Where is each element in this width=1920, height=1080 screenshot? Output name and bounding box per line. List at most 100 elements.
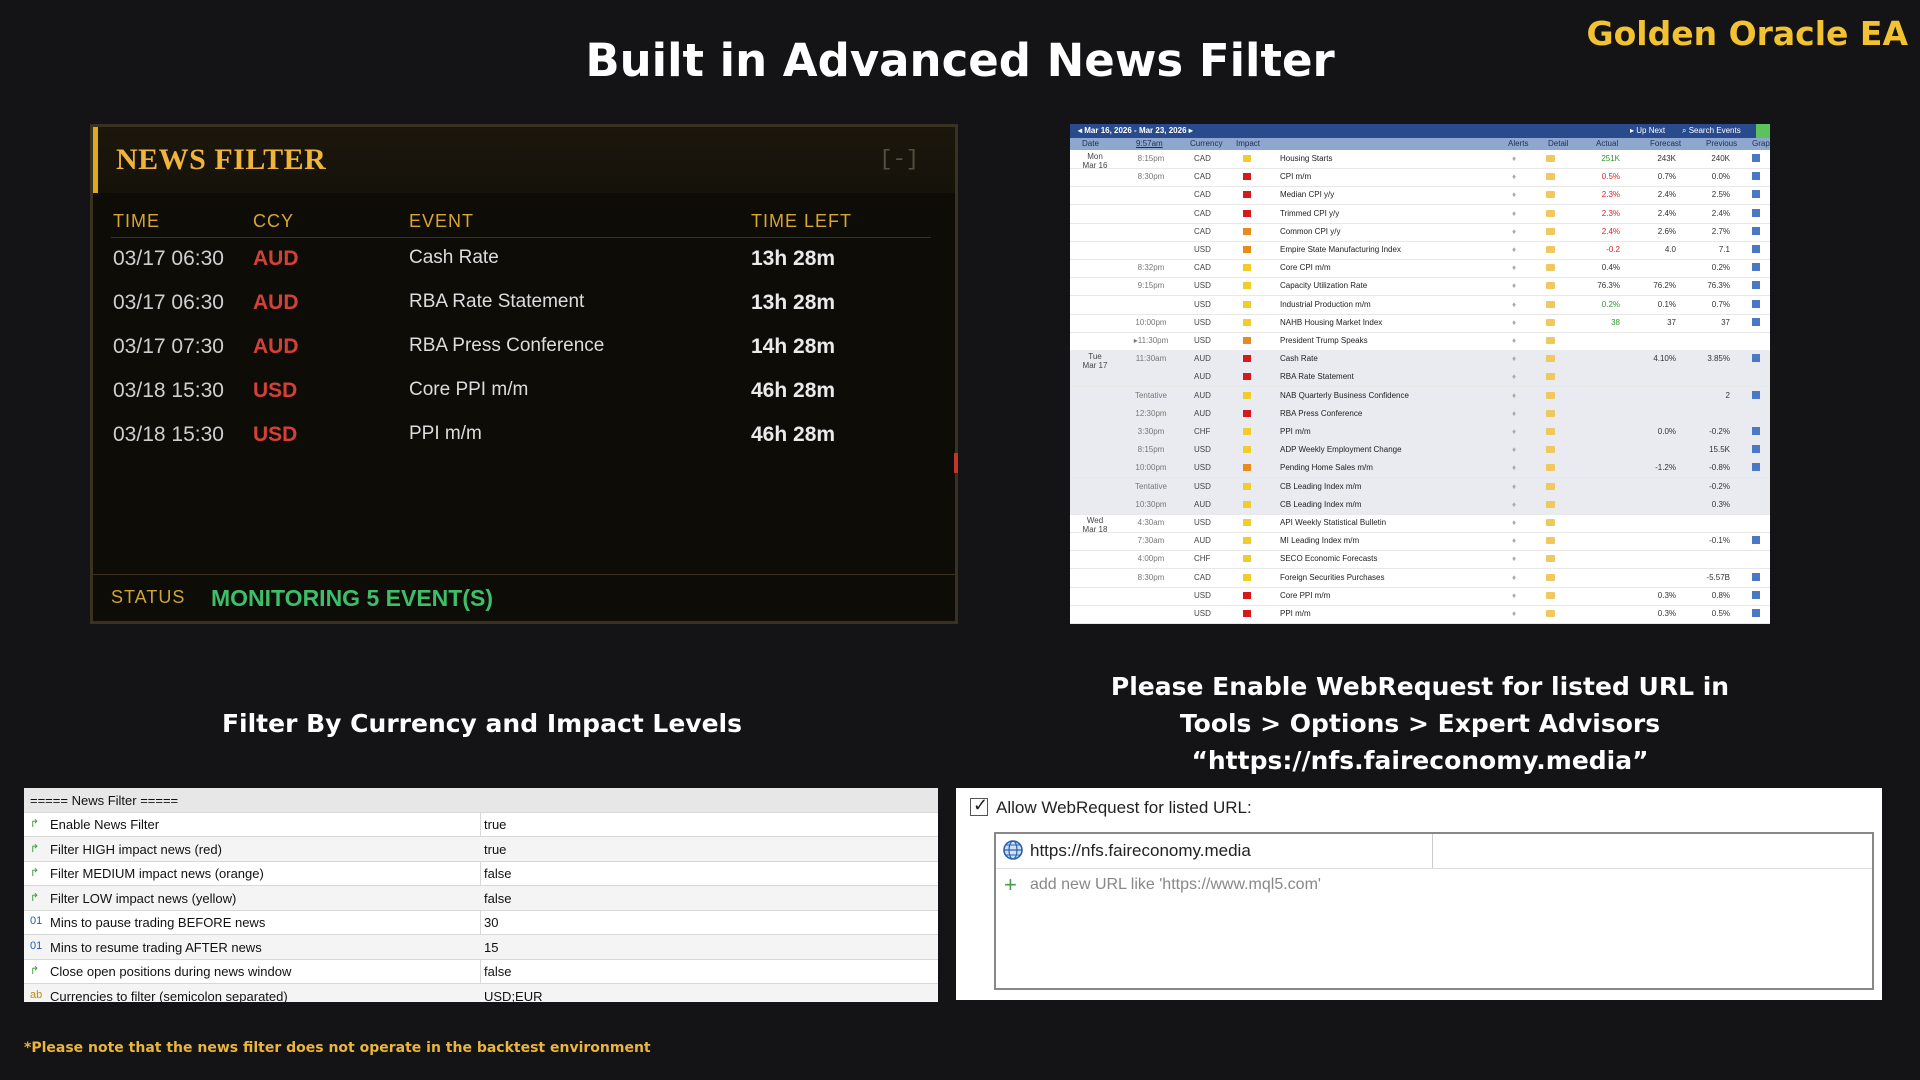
detail-icon[interactable] — [1546, 264, 1555, 272]
calendar-row[interactable]: CAD Median CPI y/y ♦ 2.3% 2.4% 2.5% — [1070, 186, 1770, 206]
input-row[interactable]: ↱ Filter HIGH impact news (red) true — [24, 836, 938, 862]
detail-icon[interactable] — [1546, 610, 1555, 617]
allow-webrequest-checkbox[interactable]: ✓ — [970, 795, 988, 816]
detail-icon[interactable] — [1546, 191, 1555, 199]
detail-icon[interactable] — [1546, 519, 1555, 526]
alert-icon[interactable]: ♦ — [1512, 354, 1516, 363]
event-name[interactable]: Housing Starts — [1280, 154, 1332, 163]
up-next-button[interactable]: ▸ Up Next — [1630, 126, 1665, 135]
url-list-item[interactable]: https://nfs.faireconomy.media — [996, 834, 1872, 869]
detail-icon[interactable] — [1546, 428, 1555, 435]
event-name[interactable]: CB Leading Index m/m — [1280, 500, 1361, 509]
alert-icon[interactable]: ♦ — [1512, 427, 1516, 436]
alert-icon[interactable]: ♦ — [1512, 154, 1516, 163]
detail-icon[interactable] — [1546, 318, 1555, 326]
event-name[interactable]: PPI m/m — [1280, 609, 1311, 618]
calendar-row[interactable]: 8:15pm CAD Housing Starts ♦ 251K 243K 240K — [1070, 150, 1770, 169]
calendar-row[interactable]: 8:30pm CAD CPI m/m ♦ 0.5% 0.7% 0.0% — [1070, 168, 1770, 188]
detail-icon[interactable] — [1546, 537, 1555, 545]
input-value[interactable]: false — [484, 964, 511, 979]
detail-icon[interactable] — [1546, 391, 1555, 399]
calendar-row[interactable]: 8:32pm CAD Core CPI m/m ♦ 0.4% 0.2% — [1070, 259, 1770, 279]
detail-icon[interactable] — [1546, 482, 1555, 490]
graph-icon[interactable] — [1752, 609, 1760, 617]
alert-icon[interactable]: ♦ — [1512, 172, 1516, 181]
news-row[interactable]: 03/17 06:30 AUD Cash Rate 13h 28m — [111, 245, 931, 285]
calendar-row[interactable]: 11:30am AUD Cash Rate ♦ 4.10% 3.85% — [1070, 350, 1770, 370]
detail-icon[interactable] — [1546, 555, 1555, 563]
alert-icon[interactable]: ♦ — [1512, 573, 1516, 582]
event-name[interactable]: CB Leading Index m/m — [1280, 482, 1361, 491]
detail-icon[interactable] — [1546, 446, 1555, 454]
event-name[interactable]: Core CPI m/m — [1280, 263, 1331, 272]
graph-icon[interactable] — [1752, 354, 1760, 363]
alert-icon[interactable]: ♦ — [1512, 318, 1516, 327]
graph-icon[interactable] — [1752, 154, 1760, 162]
detail-icon[interactable] — [1546, 409, 1555, 417]
detail-icon[interactable] — [1546, 173, 1555, 181]
graph-icon[interactable] — [1752, 281, 1760, 290]
alert-icon[interactable]: ♦ — [1512, 463, 1516, 472]
event-name[interactable]: NAB Quarterly Business Confidence — [1280, 391, 1409, 400]
graph-icon[interactable] — [1752, 427, 1760, 435]
detail-icon[interactable] — [1546, 155, 1555, 162]
input-value[interactable]: 15 — [484, 940, 498, 955]
graph-icon[interactable] — [1752, 590, 1760, 599]
scrollbar-marker[interactable] — [954, 453, 958, 473]
input-row[interactable]: ↱ Filter LOW impact news (yellow) false — [24, 885, 938, 911]
alert-icon[interactable]: ♦ — [1512, 554, 1516, 563]
alert-icon[interactable]: ♦ — [1512, 281, 1516, 290]
alert-icon[interactable]: ♦ — [1512, 518, 1516, 527]
calendar-row[interactable]: 12:30pm AUD RBA Press Conference ♦ — [1070, 404, 1770, 424]
event-name[interactable]: API Weekly Statistical Bulletin — [1280, 518, 1386, 527]
event-name[interactable]: Median CPI y/y — [1280, 190, 1334, 199]
input-row[interactable]: ↱ Close open positions during news window… — [24, 959, 938, 984]
calendar-row[interactable]: CAD Trimmed CPI y/y ♦ 2.3% 2.4% 2.4% — [1070, 205, 1770, 224]
calendar-row[interactable]: AUD RBA Rate Statement ♦ — [1070, 368, 1770, 388]
calendar-row[interactable]: 8:30pm CAD Foreign Securities Purchases ♦ -5… — [1070, 569, 1770, 588]
graph-icon[interactable] — [1752, 226, 1760, 235]
calendar-row[interactable]: 7:30am AUD MI Leading Index m/m ♦ -0.1% — [1070, 532, 1770, 552]
input-value[interactable]: false — [484, 866, 511, 881]
event-name[interactable]: Trimmed CPI y/y — [1280, 209, 1339, 218]
input-value[interactable]: true — [484, 817, 506, 832]
calendar-row[interactable]: USD Empire State Manufacturing Index ♦ -0.2… — [1070, 241, 1770, 260]
detail-icon[interactable] — [1546, 337, 1555, 344]
detail-icon[interactable] — [1546, 246, 1555, 253]
graph-icon[interactable] — [1752, 463, 1760, 472]
alert-icon[interactable]: ♦ — [1512, 209, 1516, 218]
calendar-row[interactable]: Tentative USD CB Leading Index m/m ♦ -0.2% — [1070, 477, 1770, 497]
alert-icon[interactable]: ♦ — [1512, 482, 1516, 491]
detail-icon[interactable] — [1546, 227, 1555, 235]
graph-icon[interactable] — [1752, 263, 1760, 272]
alert-icon[interactable]: ♦ — [1512, 227, 1516, 236]
event-name[interactable]: Core PPI m/m — [1280, 591, 1330, 600]
alert-icon[interactable]: ♦ — [1512, 245, 1516, 254]
input-row[interactable]: 01 Mins to pause trading BEFORE news 30 — [24, 910, 938, 935]
event-name[interactable]: CPI m/m — [1280, 172, 1311, 181]
alert-icon[interactable]: ♦ — [1512, 445, 1516, 454]
detail-icon[interactable] — [1546, 373, 1555, 381]
event-name[interactable]: NAHB Housing Market Index — [1280, 318, 1382, 327]
alert-icon[interactable]: ♦ — [1512, 591, 1516, 600]
graph-icon[interactable] — [1752, 390, 1760, 399]
alert-icon[interactable]: ♦ — [1512, 409, 1516, 418]
calendar-row[interactable]: 3:30pm CHF PPI m/m ♦ 0.0% -0.2% — [1070, 423, 1770, 442]
event-name[interactable]: Industrial Production m/m — [1280, 300, 1371, 309]
graph-icon[interactable] — [1752, 572, 1760, 581]
graph-icon[interactable] — [1752, 172, 1760, 181]
calendar-row[interactable]: ▸11:30pm USD President Trump Speaks ♦ — [1070, 332, 1770, 351]
input-value[interactable]: USD;EUR — [484, 989, 543, 1003]
calendar-row[interactable]: 8:15pm USD ADP Weekly Employment Change ♦ 15… — [1070, 441, 1770, 461]
alert-icon[interactable]: ♦ — [1512, 500, 1516, 509]
event-name[interactable]: MI Leading Index m/m — [1280, 536, 1359, 545]
calendar-row[interactable]: USD PPI m/m ♦ 0.3% 0.5% — [1070, 605, 1770, 624]
collapse-button[interactable]: [-] — [879, 147, 919, 172]
input-row[interactable]: ↱ Filter MEDIUM impact news (orange) false — [24, 861, 938, 886]
event-name[interactable]: President Trump Speaks — [1280, 336, 1368, 345]
news-row[interactable]: 03/18 15:30 USD PPI m/m 46h 28m — [111, 421, 931, 461]
input-value[interactable]: 30 — [484, 915, 498, 930]
graph-icon[interactable] — [1752, 536, 1760, 545]
date-range-nav[interactable]: ◂ Mar 16, 2026 - Mar 23, 2026 ▸ — [1078, 126, 1193, 135]
add-url-input[interactable]: add new URL like 'https://www.mql5.com' — [1030, 876, 1321, 894]
